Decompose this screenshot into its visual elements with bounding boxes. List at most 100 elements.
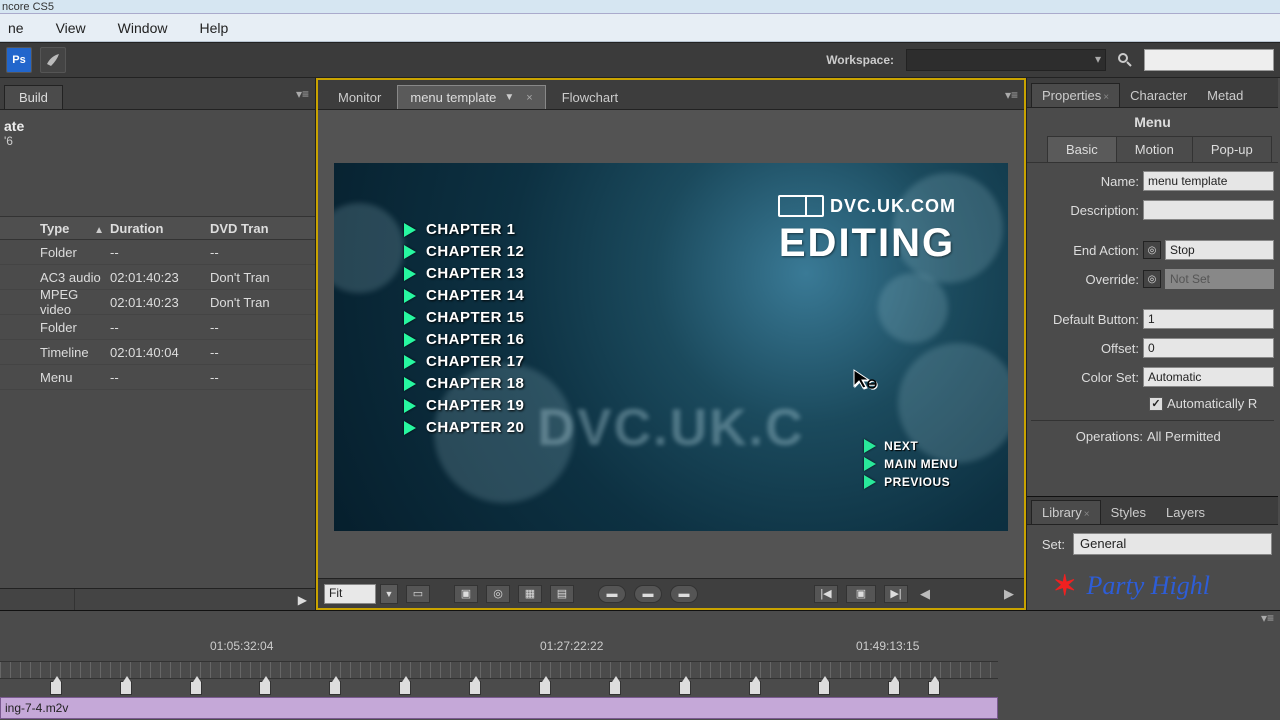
target-icon[interactable]: ◎ bbox=[486, 585, 510, 603]
step-fwd-icon[interactable]: ▶| bbox=[884, 585, 908, 603]
menu-template-tab[interactable]: menu template▼ × bbox=[397, 85, 545, 109]
step-back-icon[interactable]: |◀ bbox=[814, 585, 838, 603]
play-icon bbox=[404, 399, 416, 413]
tool-brush-icon[interactable] bbox=[40, 47, 66, 73]
monitor-panel: Monitor menu template▼ × Flowchart ▾≡ DV… bbox=[316, 78, 1026, 610]
end-action-field[interactable]: Stop bbox=[1165, 240, 1274, 260]
marker-row[interactable] bbox=[0, 679, 998, 697]
close-tab-icon[interactable]: × bbox=[526, 92, 532, 104]
operations-value: All Permitted bbox=[1147, 429, 1221, 444]
popup-tab[interactable]: Pop-up bbox=[1193, 136, 1272, 162]
search-icon[interactable] bbox=[1114, 49, 1136, 71]
menu-view[interactable]: View bbox=[52, 17, 90, 39]
nav-next[interactable]: NEXT bbox=[864, 439, 958, 453]
character-tab[interactable]: Character bbox=[1120, 84, 1197, 107]
nav-previous[interactable]: PREVIOUS bbox=[864, 475, 958, 489]
safe-area-icon[interactable]: ▣ bbox=[454, 585, 478, 603]
pill-button[interactable]: ▬ bbox=[634, 585, 662, 603]
zoom-dropdown[interactable]: ▼ bbox=[380, 584, 398, 604]
chevron-down-icon[interactable]: ▼ bbox=[504, 92, 514, 103]
close-icon[interactable]: × bbox=[1103, 92, 1109, 103]
monitor-tab[interactable]: Monitor bbox=[326, 86, 393, 109]
play-icon bbox=[404, 355, 416, 369]
search-input[interactable] bbox=[1144, 49, 1274, 71]
time-ruler[interactable]: 01:05:32:04 01:27:22:22 01:49:13:15 bbox=[0, 639, 998, 657]
play-icon bbox=[404, 223, 416, 237]
library-panel: Library× Styles Layers Set:General ✶ Par… bbox=[1027, 496, 1278, 610]
chapter-button[interactable]: CHAPTER 15 bbox=[404, 309, 524, 326]
chapter-button[interactable]: CHAPTER 18 bbox=[404, 375, 524, 392]
pill-button[interactable]: ▬ bbox=[598, 585, 626, 603]
menu-preview[interactable]: DVC.UK.C CHAPTER 1 CHAPTER 12 CHAPTER 13… bbox=[334, 163, 1008, 531]
default-button-label: Default Button: bbox=[1031, 312, 1139, 327]
brand-block: DVC.UK.COM EDITING bbox=[778, 195, 956, 266]
chapter-button[interactable]: CHAPTER 19 bbox=[404, 397, 524, 414]
panel-menu-icon[interactable]: ▾≡ bbox=[1005, 88, 1018, 102]
menu-window[interactable]: Window bbox=[114, 17, 172, 39]
video-clip[interactable]: ing-7-4.m2v bbox=[0, 697, 998, 719]
chapter-button[interactable]: CHAPTER 17 bbox=[404, 353, 524, 370]
chapter-button[interactable]: CHAPTER 16 bbox=[404, 331, 524, 348]
color-set-field[interactable]: Automatic bbox=[1143, 367, 1274, 387]
flowchart-tab[interactable]: Flowchart bbox=[550, 86, 630, 109]
nav-main-menu[interactable]: MAIN MENU bbox=[864, 457, 958, 471]
star-icon: ✶ bbox=[1053, 569, 1076, 602]
build-tab[interactable]: Build bbox=[4, 85, 63, 109]
play-icon bbox=[404, 333, 416, 347]
chapter-button[interactable]: CHAPTER 1 bbox=[404, 221, 524, 238]
styles-tab[interactable]: Styles bbox=[1101, 501, 1156, 524]
pill-button[interactable]: ▬ bbox=[670, 585, 698, 603]
basic-tab[interactable]: Basic bbox=[1047, 136, 1117, 162]
scroll-right-icon[interactable]: ▶ bbox=[1000, 586, 1018, 602]
zoom-fit[interactable]: Fit bbox=[324, 584, 376, 604]
properties-panel: Properties× Character Metad Menu Basic M… bbox=[1026, 78, 1278, 610]
table-row[interactable]: Folder---- bbox=[0, 240, 315, 265]
chapter-button[interactable]: CHAPTER 14 bbox=[404, 287, 524, 304]
table-row[interactable]: Folder---- bbox=[0, 315, 315, 340]
item-subtitle: '6 bbox=[4, 134, 311, 148]
column-headers[interactable]: Type▲ Duration DVD Tran bbox=[0, 216, 315, 240]
name-field[interactable]: menu template bbox=[1143, 171, 1274, 191]
override-field[interactable]: Not Set bbox=[1165, 269, 1274, 289]
auto-checkbox[interactable]: ✓Automatically R bbox=[1031, 396, 1274, 411]
menu-help[interactable]: Help bbox=[195, 17, 232, 39]
chapter-button[interactable]: CHAPTER 12 bbox=[404, 243, 524, 260]
preview-icon[interactable]: ▣ bbox=[846, 585, 876, 603]
menu-file[interactable]: ne bbox=[4, 17, 28, 39]
set-field[interactable]: General bbox=[1073, 533, 1272, 555]
play-icon[interactable]: ▶ bbox=[290, 589, 315, 610]
panel-menu-icon[interactable]: ▾≡ bbox=[1261, 611, 1274, 625]
sort-arrow-icon: ▲ bbox=[94, 225, 104, 236]
metadata-tab[interactable]: Metad bbox=[1197, 84, 1253, 107]
workspace-select[interactable] bbox=[906, 49, 1106, 71]
tool-photoshop-icon[interactable]: Ps bbox=[6, 47, 32, 73]
panel-title: Menu bbox=[1027, 108, 1278, 136]
name-label: Name: bbox=[1031, 174, 1139, 189]
cursor-icon bbox=[852, 368, 880, 395]
table-row[interactable]: Menu---- bbox=[0, 365, 315, 390]
table-row[interactable]: MPEG video02:01:40:23Don't Tran bbox=[0, 290, 315, 315]
grid-icon[interactable]: ▦ bbox=[518, 585, 542, 603]
library-tab[interactable]: Library× bbox=[1031, 500, 1101, 524]
table-row[interactable]: Timeline02:01:40:04-- bbox=[0, 340, 315, 365]
layers-tab[interactable]: Layers bbox=[1156, 501, 1215, 524]
aspect-icon[interactable]: ▭ bbox=[406, 585, 430, 603]
toolbar: Ps Workspace: bbox=[0, 42, 1280, 78]
play-icon bbox=[404, 245, 416, 259]
chapter-button[interactable]: CHAPTER 13 bbox=[404, 265, 524, 282]
library-item[interactable]: ✶ Party Highl bbox=[1033, 569, 1272, 602]
motion-tab[interactable]: Motion bbox=[1117, 136, 1193, 162]
zoom-slider[interactable] bbox=[0, 589, 75, 610]
pickwhip-icon[interactable]: ◎ bbox=[1143, 241, 1161, 259]
color-set-label: Color Set: bbox=[1031, 370, 1139, 385]
properties-tab[interactable]: Properties× bbox=[1031, 83, 1120, 107]
chapter-button[interactable]: CHAPTER 20 bbox=[404, 419, 524, 436]
operations-label: Operations: bbox=[1035, 429, 1143, 444]
grid2-icon[interactable]: ▤ bbox=[550, 585, 574, 603]
panel-menu-icon[interactable]: ▾≡ bbox=[296, 87, 309, 101]
scroll-left-icon[interactable]: ◀ bbox=[916, 586, 934, 602]
description-field[interactable] bbox=[1143, 200, 1274, 220]
pickwhip-icon[interactable]: ◎ bbox=[1143, 270, 1161, 288]
offset-field[interactable]: 0 bbox=[1143, 338, 1274, 358]
default-button-field[interactable]: 1 bbox=[1143, 309, 1274, 329]
